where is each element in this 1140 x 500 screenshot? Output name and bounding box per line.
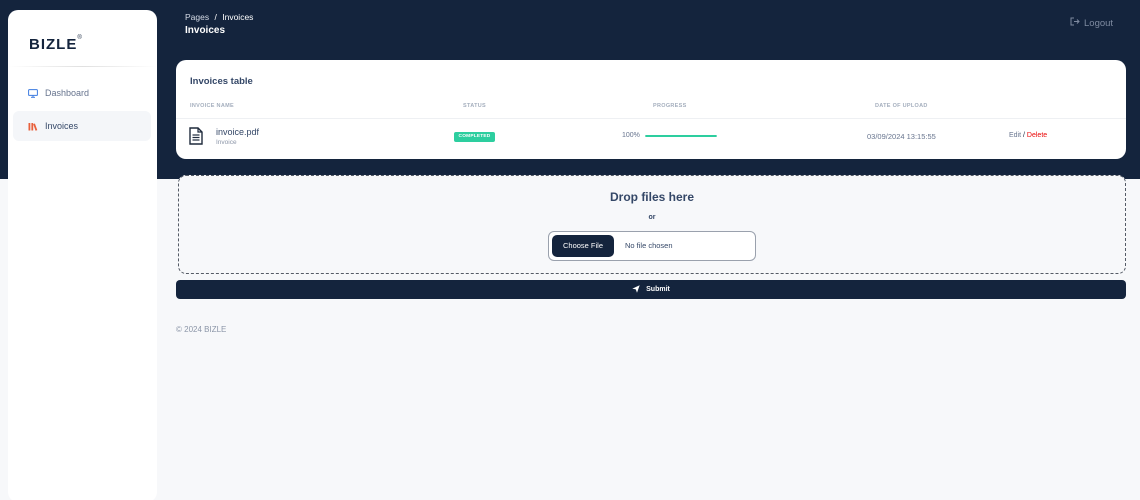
send-icon bbox=[632, 284, 640, 295]
sidebar-item-label: Invoices bbox=[45, 121, 79, 131]
column-header-date: DATE OF UPLOAD bbox=[875, 103, 928, 109]
column-header-invoice-name: INVOICE NAME bbox=[190, 103, 234, 109]
logout-label: Logout bbox=[1084, 17, 1114, 29]
drop-title: Drop files here bbox=[609, 190, 695, 204]
progress-bar-fill bbox=[645, 135, 717, 137]
edit-link[interactable]: Edit bbox=[1009, 132, 1021, 139]
column-header-status: STATUS bbox=[463, 103, 486, 109]
column-header-progress: PROGRESS bbox=[653, 103, 687, 109]
submit-label: Submit bbox=[646, 286, 670, 293]
card-title: Invoices table bbox=[190, 76, 253, 87]
page-title: Invoices bbox=[185, 25, 226, 36]
delete-link[interactable]: Delete bbox=[1027, 132, 1047, 139]
submit-button[interactable]: Submit bbox=[176, 280, 1126, 299]
row-actions: Edit / Delete bbox=[1009, 132, 1047, 139]
progress-percent: 100% bbox=[622, 132, 640, 139]
brand-logo[interactable]: BIZLE® bbox=[29, 35, 83, 53]
sidebar: BIZLE® Dashboard Invoices bbox=[8, 10, 157, 500]
breadcrumb-current: Invoices bbox=[222, 12, 254, 22]
sidebar-item-invoices[interactable]: Invoices bbox=[13, 111, 151, 141]
file-input[interactable]: Choose File No file chosen bbox=[548, 231, 756, 261]
no-file-label: No file chosen bbox=[625, 241, 673, 250]
monitor-icon bbox=[27, 87, 39, 99]
breadcrumb-root[interactable]: Pages bbox=[185, 12, 209, 22]
upload-date: 03/09/2024 13:15:55 bbox=[867, 132, 936, 141]
sidebar-item-dashboard[interactable]: Dashboard bbox=[13, 78, 151, 108]
document-icon bbox=[189, 127, 203, 145]
status-badge: COMPLETED bbox=[454, 132, 495, 142]
footer-copyright: © 2024 BIZLE bbox=[176, 325, 227, 334]
sidebar-divider bbox=[8, 66, 157, 67]
choose-file-button[interactable]: Choose File bbox=[552, 235, 614, 257]
drop-or-label: or bbox=[648, 214, 656, 221]
breadcrumb: Pages / Invoices bbox=[185, 12, 253, 22]
action-separator: / bbox=[1023, 132, 1025, 139]
file-dropzone[interactable]: Drop files here or Choose File No file c… bbox=[178, 175, 1126, 274]
table-divider bbox=[176, 118, 1126, 119]
sidebar-item-label: Dashboard bbox=[45, 88, 90, 98]
logout-icon bbox=[1070, 17, 1080, 29]
logout-button[interactable]: Logout bbox=[1070, 17, 1113, 29]
invoice-type: Invoice bbox=[216, 139, 237, 146]
invoices-table-card: Invoices table INVOICE NAME STATUS PROGR… bbox=[176, 60, 1126, 159]
bars-icon bbox=[27, 120, 39, 132]
breadcrumb-separator: / bbox=[214, 12, 217, 22]
progress-bar bbox=[645, 135, 717, 137]
invoice-name[interactable]: invoice.pdf bbox=[216, 127, 259, 137]
